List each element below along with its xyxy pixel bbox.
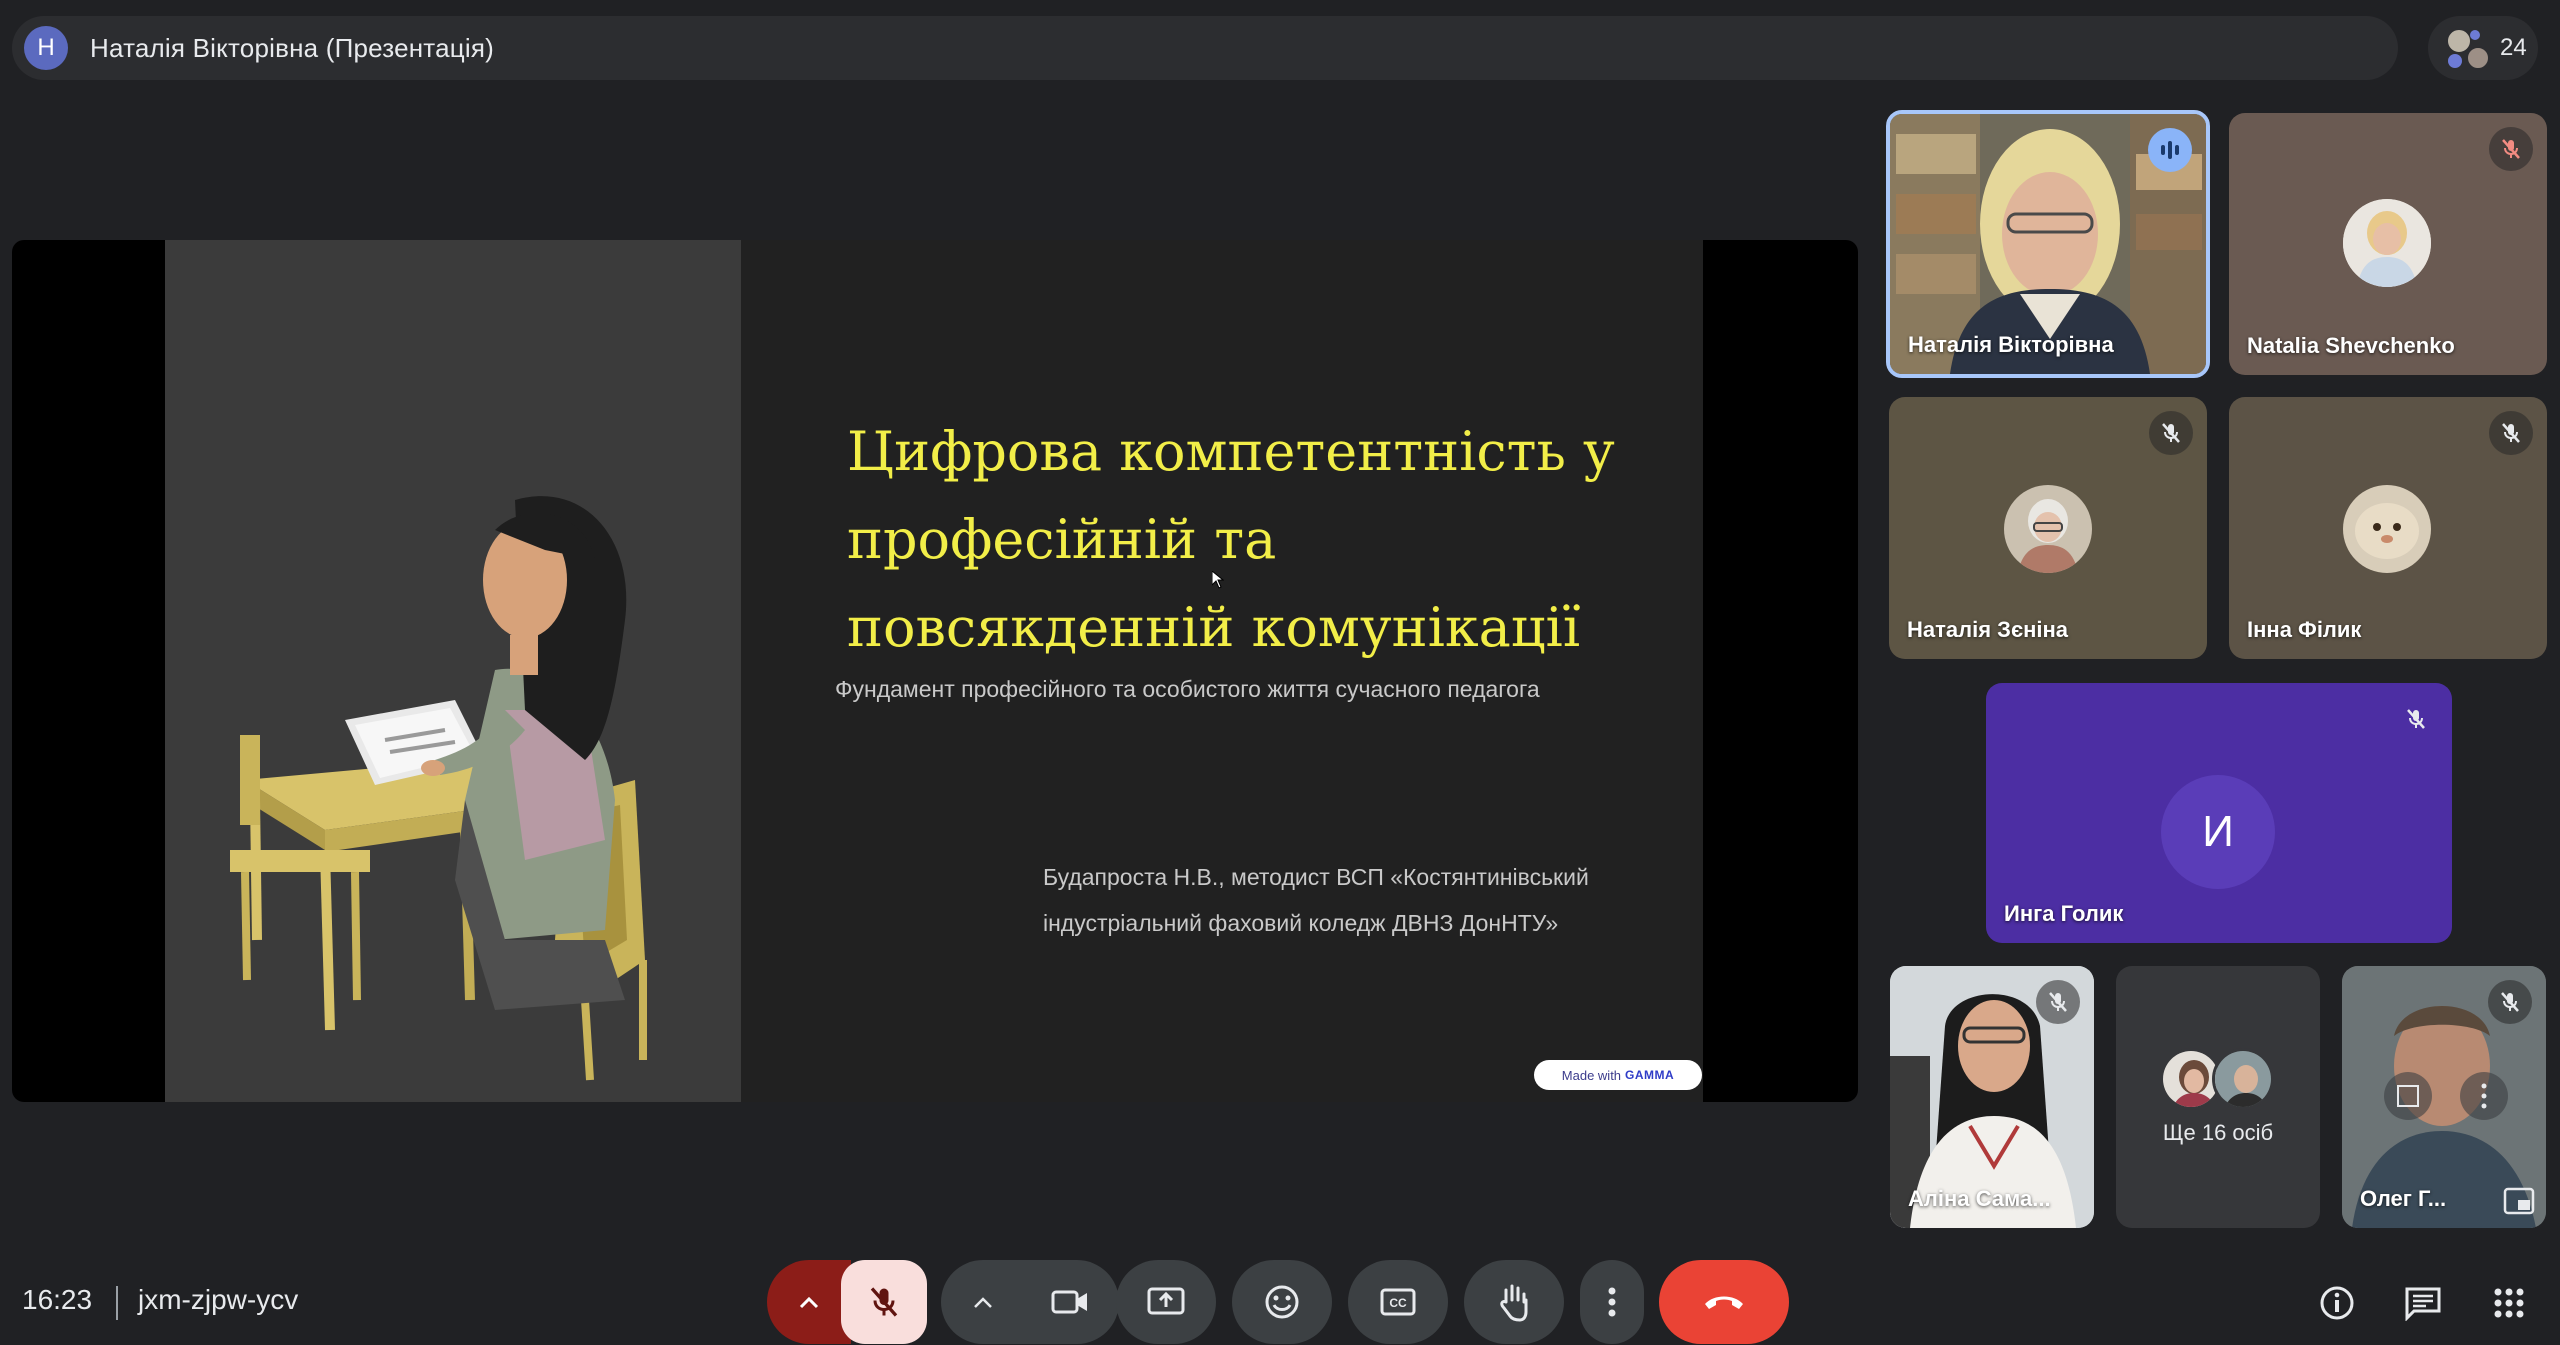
toggle-camera-button[interactable]: [1021, 1260, 1119, 1344]
participant-name: Аліна Сама...: [1908, 1186, 2051, 1211]
audio-options-button[interactable]: [767, 1260, 851, 1344]
slide-author-line: Будапроста Н.В., методист ВСП «Костянтин…: [1043, 864, 1589, 890]
chevron-up-icon: [799, 1296, 819, 1309]
more-participants-label: Ще 16 осіб: [2162, 1120, 2274, 1145]
participant-tile[interactable]: Наталія Вікторівна: [1886, 110, 2210, 378]
mic-off-icon: [2149, 411, 2193, 455]
meeting-code: jxm-zjpw-ycv: [138, 1284, 299, 1315]
participant-name: Наталія Вікторівна: [1908, 332, 2114, 357]
slide: Цифрова компетентність у професійній та …: [165, 240, 1703, 1102]
gamma-badge-prefix: Made with: [1561, 1067, 1622, 1083]
activities-button[interactable]: [2484, 1278, 2534, 1328]
chevron-up-icon: [974, 1297, 992, 1308]
chat-icon: [2405, 1287, 2441, 1321]
meet-window: Н Наталія Вікторівна (Презентація) 24 Ци…: [0, 0, 2560, 1345]
participant-avatar: [2004, 485, 2092, 573]
presentation-stage: Цифрова компетентність у професійній та …: [12, 240, 1858, 1102]
mic-off-icon: [2489, 411, 2533, 455]
participant-tile[interactable]: Аліна Сама...: [1890, 966, 2094, 1228]
more-participants-tile[interactable]: Ще 16 осіб: [2116, 966, 2320, 1228]
captions-icon: CC: [1380, 1288, 1416, 1316]
participant-tile[interactable]: Олег Г...: [2342, 966, 2546, 1228]
divider: [116, 1286, 118, 1320]
emoji-icon: [1265, 1285, 1299, 1319]
participant-avatar: [2343, 485, 2431, 573]
slide-subtitle: Фундамент професійного та особистого жит…: [835, 676, 1540, 702]
presenter-avatar: Н: [24, 26, 68, 70]
participant-name: Инга Голик: [2004, 901, 2124, 926]
toggle-mic-button[interactable]: [841, 1260, 927, 1344]
speaking-indicator-icon: [2148, 128, 2192, 172]
slide-title: Цифрова компетентність у професійній та …: [847, 420, 1615, 659]
mic-off-icon: [2489, 127, 2533, 171]
participant-count: 24: [2500, 34, 2527, 61]
present-screen-button[interactable]: [1116, 1260, 1216, 1344]
slide-author: Будапроста Н.В., методист ВСП «Костянтин…: [1043, 854, 1683, 946]
more-vert-icon: [1608, 1287, 1616, 1317]
participant-letter-avatar: И: [2161, 775, 2275, 889]
camera-control-group: [941, 1260, 1119, 1344]
mouse-cursor-icon: [1212, 571, 1224, 589]
meeting-details-button[interactable]: [2312, 1278, 2362, 1328]
pip-icon[interactable]: [2502, 1186, 2536, 1216]
participant-avatar: [2343, 199, 2431, 287]
gamma-badge[interactable]: Made with GAMMA: [1534, 1060, 1702, 1090]
present-screen-icon: [1147, 1287, 1185, 1315]
participant-tile[interactable]: Наталія Зєніна: [1889, 397, 2207, 659]
participant-tile[interactable]: И Инга Голик: [1986, 683, 2452, 943]
participant-avatar: [2212, 1048, 2274, 1110]
clock: 16:23: [22, 1284, 93, 1315]
apps-grid-icon: [2494, 1288, 2524, 1318]
info-icon: [2320, 1286, 2354, 1320]
participant-tile[interactable]: Інна Філик: [2229, 397, 2547, 659]
presentation-title-bar[interactable]: Н Наталія Вікторівна (Презентація): [12, 16, 2398, 80]
more-options-button[interactable]: [1580, 1260, 1644, 1344]
reactions-button[interactable]: [1232, 1260, 1332, 1344]
slide-author-line: індустріальний фаховий коледж ДВНЗ ДонНТ…: [1043, 910, 1559, 936]
mic-off-icon: [2394, 697, 2438, 741]
gamma-badge-brand: GAMMA: [1625, 1068, 1675, 1082]
participants-button[interactable]: 24: [2428, 16, 2538, 80]
participant-name: Natalia Shevchenko: [2247, 333, 2455, 358]
slide-illustration: [165, 240, 741, 1102]
video-camera-icon: [1051, 1290, 1087, 1314]
svg-text:CC: CC: [1389, 1296, 1407, 1310]
call-end-icon: [1705, 1296, 1743, 1309]
leave-call-button[interactable]: [1659, 1260, 1789, 1344]
participant-avatars-icon: [2442, 24, 2492, 72]
mic-off-icon: [2036, 980, 2080, 1024]
raise-hand-icon: [1500, 1284, 1528, 1322]
chat-button[interactable]: [2398, 1278, 2448, 1328]
participant-tile[interactable]: Natalia Shevchenko: [2229, 113, 2547, 375]
captions-button[interactable]: CC: [1348, 1260, 1448, 1344]
mic-off-icon: [870, 1287, 898, 1317]
presentation-title: Наталія Вікторівна (Презентація): [90, 32, 494, 63]
mic-control-group: [767, 1260, 927, 1344]
participant-name: Наталія Зєніна: [1907, 617, 2069, 642]
video-options-button[interactable]: [953, 1260, 1013, 1344]
raise-hand-button[interactable]: [1464, 1260, 1564, 1344]
mic-off-icon: [2488, 980, 2532, 1024]
participant-name: Інна Філик: [2247, 617, 2362, 642]
participant-name: Олег Г...: [2360, 1186, 2447, 1211]
